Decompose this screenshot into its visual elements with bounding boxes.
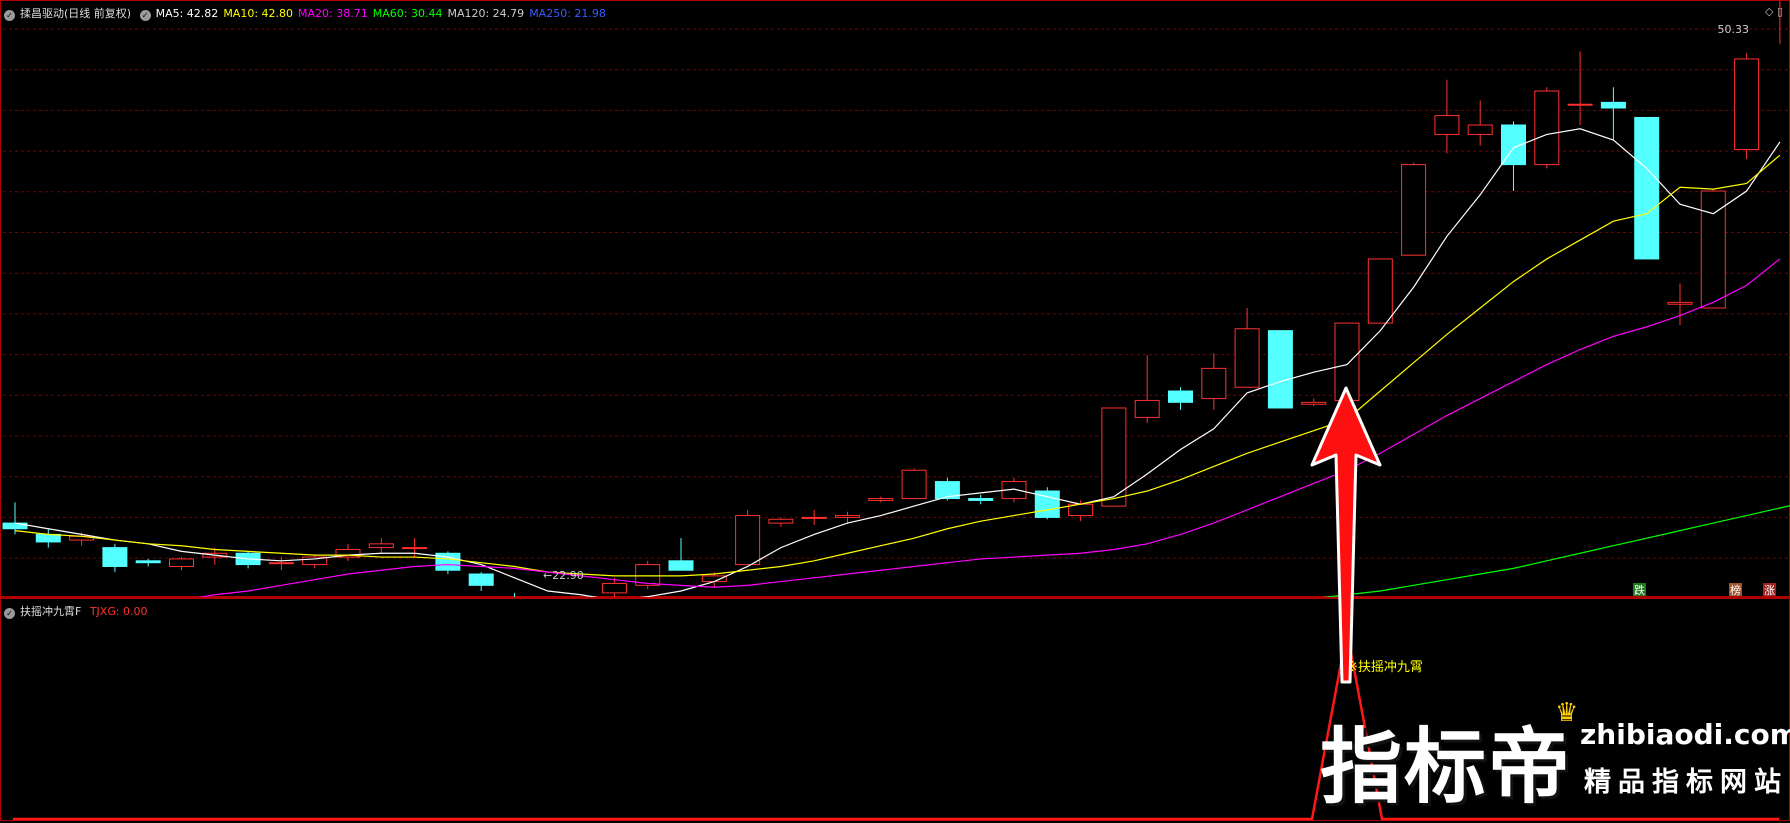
ma10-label: MA10: 42.80 (223, 7, 294, 20)
indicator-title: 扶摇冲九霄F (20, 605, 82, 618)
signal-label: ※扶摇冲九霄 (1347, 660, 1423, 675)
candle-body (102, 547, 128, 567)
candle-body (901, 469, 927, 500)
candle-body (801, 516, 827, 519)
candle-body (1334, 322, 1360, 401)
candle-body (1467, 124, 1493, 135)
candle-body (169, 558, 194, 567)
ma-line-ma5 (14, 128, 1781, 598)
candle-body (735, 515, 761, 566)
candle-body (601, 582, 627, 594)
candle-body (1267, 330, 1293, 409)
panel-controls: ◇ ▯ (1765, 5, 1783, 18)
ma5-label: MA5: 42.82 (155, 7, 219, 20)
main-legend: ✓ 揉昌驱动(日线 前复权) ✓ MA5: 42.82 MA10: 42.80 MA20… (4, 5, 611, 21)
candle-body (1534, 90, 1560, 166)
candlestick-chart: 50.33 ←22.90 跌 榜 涨 (2, 1, 1790, 598)
candle-body (1600, 101, 1626, 109)
candle-body (368, 543, 394, 549)
ma-line-ma20 (192, 258, 1781, 598)
candle-body (1567, 103, 1593, 106)
candle-body (1734, 58, 1760, 151)
candle-body (135, 560, 161, 564)
candle-body (35, 533, 61, 543)
tag-badge: 跌 (1634, 583, 1645, 597)
tag-badge: 榜 (1730, 583, 1741, 597)
watermark-domain: zhibiaodi.com (1580, 718, 1790, 751)
main-chart-panel[interactable]: ✓ 揉昌驱动(日线 前复权) ✓ MA5: 42.82 MA10: 42.80 MA20… (0, 0, 1790, 598)
candle-body (701, 575, 727, 583)
ma20-label: MA20: 38.71 (298, 7, 368, 20)
candle-body (1367, 258, 1393, 324)
candle-body (1401, 164, 1427, 256)
candle-body (1301, 401, 1327, 405)
indicator-value: TJXG: 0.00 (89, 605, 148, 618)
watermark-slogan: 精品指标网站 (1584, 767, 1788, 798)
watermark-crown-icon: ♛ (1555, 698, 1579, 728)
ma60-label: MA60: 30.44 (372, 7, 443, 20)
high-price-label: 50.33 (1718, 23, 1750, 36)
candle-body (1168, 390, 1193, 403)
diamond-icon[interactable]: ◇ (1765, 5, 1773, 18)
candle-body (835, 515, 860, 518)
candle-body (668, 560, 694, 571)
stock-title: 揉昌驱动(日线 前复权) (20, 7, 132, 20)
ma120-label: MA120: 24.79 (447, 7, 525, 20)
tag-badge: 涨 (1764, 584, 1775, 597)
watermark-brand: 指标帝 (1320, 720, 1573, 815)
indicator-collapse-icon[interactable]: ✓ (4, 608, 15, 619)
settings-icon[interactable]: ✓ (139, 10, 151, 21)
candle-body (1134, 399, 1160, 418)
ma250-label: MA250: 21.98 (529, 7, 606, 20)
candle-body (1201, 367, 1227, 400)
candle-body (1234, 328, 1260, 388)
candle-body (1667, 301, 1693, 305)
candle-body (868, 498, 894, 501)
ma-line-ma10 (14, 154, 1781, 577)
indicator-legend: ✓ 扶摇冲九霄F TJXG: 0.00 (4, 603, 153, 619)
low-price-label: ←22.90 (543, 569, 584, 582)
candle-body (468, 573, 494, 586)
candle-body (402, 547, 428, 550)
collapse-icon[interactable]: ✓ (4, 10, 15, 21)
candle-body (1634, 116, 1660, 260)
candle-body (968, 498, 994, 501)
candle-body (1434, 115, 1460, 135)
candle-body (268, 562, 294, 565)
expand-icon[interactable]: ▯ (1777, 5, 1783, 18)
candle-body (768, 518, 794, 524)
